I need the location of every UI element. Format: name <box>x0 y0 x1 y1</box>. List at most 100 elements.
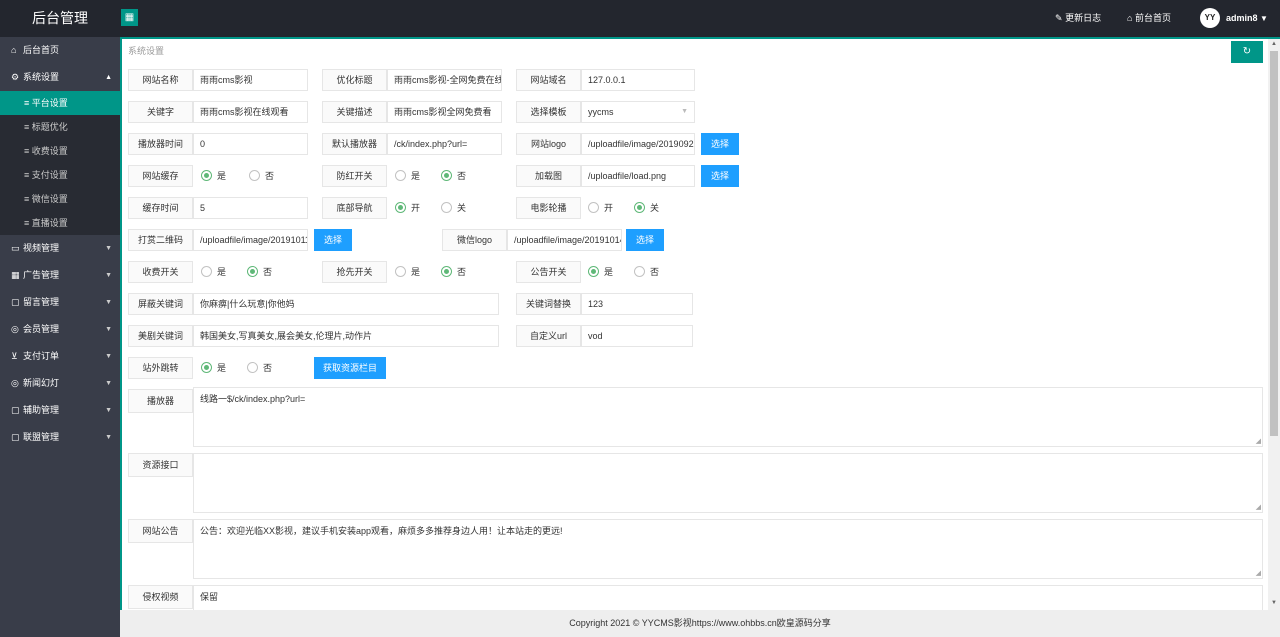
scroll-down-icon[interactable]: ▼ <box>1271 600 1277 606</box>
sidebar-item-auxiliary[interactable]: ▢ 辅助管理 ▼ <box>0 397 120 424</box>
sidebar-sub-title-optimize[interactable]: ≡ 标题优化 <box>0 115 120 139</box>
sidebar-sub-wechat-settings[interactable]: ≡ 微信设置 <box>0 187 120 211</box>
charge-switch-label: 收费开关 <box>128 261 193 283</box>
vertical-scrollbar[interactable]: ▲ ▼ <box>1268 39 1280 610</box>
loading-img-label: 加载图 <box>516 165 581 187</box>
sidebar-sub-charge-settings[interactable]: ≡ 收费设置 <box>0 139 120 163</box>
external-jump-no-radio[interactable]: 否 <box>247 357 272 379</box>
site-name-input[interactable]: 雨雨cms影视 <box>193 69 308 91</box>
infringing-video-textarea[interactable]: 保留 <box>193 585 1263 610</box>
sidebar-item-home[interactable]: ⌂ 后台首页 <box>0 37 120 64</box>
site-logo-input[interactable]: /uploadfile/image/20190928/ <box>581 133 695 155</box>
site-logo-choose-button[interactable]: 选择 <box>701 133 739 155</box>
grid-icon[interactable]: ▦ <box>121 9 138 26</box>
seo-title-label: 优化标题 <box>322 69 387 91</box>
player-time-input[interactable]: 0 <box>193 133 308 155</box>
wechat-logo-choose-button[interactable]: 选择 <box>626 229 664 251</box>
sidebar-item-messages[interactable]: ▢ 留言管理 ▼ <box>0 289 120 316</box>
radio-unchecked-icon <box>441 202 452 213</box>
sidebar-item-video[interactable]: ▭ 视频管理 ▼ <box>0 235 120 262</box>
seo-title-input[interactable]: 雨雨cms影视-全网免费在线观 <box>387 69 502 91</box>
loading-img-choose-button[interactable]: 选择 <box>701 165 739 187</box>
username-menu[interactable]: admin8 <box>1226 0 1258 37</box>
sidebar-item-ads[interactable]: ▦ 广告管理 ▼ <box>0 262 120 289</box>
resize-grip-icon[interactable]: ◢ <box>1256 570 1261 577</box>
default-player-label: 默认播放器 <box>322 133 387 155</box>
cart-icon: ⊻ <box>11 351 18 361</box>
refresh-button[interactable]: ↻ <box>1231 41 1263 63</box>
frontend-home-link[interactable]: ⌂ 前台首页 <box>1127 0 1171 37</box>
scrollbar-thumb[interactable] <box>1270 51 1278 436</box>
keywords-input[interactable]: 雨雨cms影视在线观看 <box>193 101 308 123</box>
domain-label: 网站域名 <box>516 69 581 91</box>
description-input[interactable]: 雨雨cms影视全网免费看 <box>387 101 502 123</box>
chevron-down-icon: ▼ <box>681 108 688 115</box>
domain-input[interactable]: 127.0.0.1 <box>581 69 695 91</box>
site-notice-textarea[interactable]: 公告：欢迎光临XX影视，建议手机安装app观看，麻烦多多推荐身边人用！让本站走的… <box>193 519 1263 579</box>
custom-url-input[interactable]: vod <box>581 325 693 347</box>
us-drama-keywords-label: 美剧关键词 <box>128 325 193 347</box>
sidebar-item-news-slides[interactable]: ◎ 新闻幻灯 ▼ <box>0 370 120 397</box>
radio-checked-icon <box>247 266 258 277</box>
blocked-keywords-input[interactable]: 你麻痹|什么玩意|你他妈 <box>193 293 499 315</box>
caret-down-icon: ▼ <box>105 299 112 306</box>
list-icon: ≡ <box>24 194 32 204</box>
loading-img-input[interactable]: /uploadfile/load.png <box>581 165 695 187</box>
radio-unchecked-icon <box>395 170 406 181</box>
cache-time-input[interactable]: 5 <box>193 197 308 219</box>
fetch-columns-button[interactable]: 获取资源栏目 <box>314 357 386 379</box>
site-name-label: 网站名称 <box>128 69 193 91</box>
reward-qr-input[interactable]: /uploadfile/image/20191011/ <box>193 229 308 251</box>
sidebar-sub-payment-settings[interactable]: ≡ 支付设置 <box>0 163 120 187</box>
external-jump-yes-radio[interactable]: 是 <box>201 357 226 379</box>
preview-no-radio[interactable]: 否 <box>441 261 466 283</box>
footer-copyright: Copyright 2021 © YYCMS影视https://www.ohbb… <box>120 610 1280 637</box>
sidebar-sub-live-settings[interactable]: ≡ 直播设置 <box>0 211 120 235</box>
anti-red-no-radio[interactable]: 否 <box>441 165 466 187</box>
bottom-nav-off-radio[interactable]: 关 <box>441 197 466 219</box>
sidebar-item-system-settings[interactable]: ⚙ 系统设置 ▲ <box>0 64 120 91</box>
avatar[interactable]: YY <box>1200 8 1220 28</box>
sidebar-item-orders[interactable]: ⊻ 支付订单 ▼ <box>0 343 120 370</box>
sidebar-sub-platform-settings[interactable]: ≡ 平台设置 <box>0 91 120 115</box>
resource-api-textarea[interactable]: ◢ <box>193 453 1263 513</box>
notice-yes-radio[interactable]: 是 <box>588 261 613 283</box>
movie-carousel-on-radio[interactable]: 开 <box>588 197 613 219</box>
sidebar-item-members[interactable]: ◎ 会员管理 ▼ <box>0 316 120 343</box>
resize-grip-icon[interactable]: ◢ <box>1256 504 1261 511</box>
scroll-up-icon[interactable]: ▲ <box>1271 41 1277 47</box>
circle-icon: ◎ <box>11 324 19 334</box>
player-textarea[interactable]: 线路一$/ck/index.php?url= ◢ <box>193 387 1263 447</box>
resize-grip-icon[interactable]: ◢ <box>1256 438 1261 445</box>
caret-down-icon: ▼ <box>105 272 112 279</box>
caret-down-icon[interactable]: ▼ <box>1260 0 1268 37</box>
admin-logo[interactable]: 后台管理 <box>0 0 120 37</box>
movie-carousel-off-radio[interactable]: 关 <box>634 197 659 219</box>
blocked-keywords-label: 屏蔽关键词 <box>128 293 193 315</box>
wechat-logo-input[interactable]: /uploadfile/image/20191014/ <box>507 229 622 251</box>
charge-yes-radio[interactable]: 是 <box>201 261 226 283</box>
sidebar-item-alliance[interactable]: ▢ 联盟管理 ▼ <box>0 424 120 451</box>
update-log-link[interactable]: ✎ 更新日志 <box>1055 0 1101 37</box>
charge-no-radio[interactable]: 否 <box>247 261 272 283</box>
gear-icon: ⚙ <box>11 72 20 82</box>
external-jump-label: 站外跳转 <box>128 357 193 379</box>
top-header: 后台管理 ▦ ✎ 更新日志 ⌂ 前台首页 YY admin8 ▼ <box>0 0 1280 37</box>
keyword-replace-input[interactable]: 123 <box>581 293 693 315</box>
description-label: 关键描述 <box>322 101 387 123</box>
sidebar: ⌂ 后台首页 ⚙ 系统设置 ▲ ≡ 平台设置 ≡ 标题优化 ≡ 收费设置 ≡ 支付设… <box>0 37 120 637</box>
preview-yes-radio[interactable]: 是 <box>395 261 420 283</box>
bottom-nav-on-radio[interactable]: 开 <box>395 197 420 219</box>
us-drama-keywords-input[interactable]: 韩国美女,写真美女,展会美女,伦理片,动作片 <box>193 325 499 347</box>
template-select[interactable]: yycms ▼ <box>581 101 695 123</box>
anti-red-yes-radio[interactable]: 是 <box>395 165 420 187</box>
bottom-nav-label: 底部导航 <box>322 197 387 219</box>
notice-no-radio[interactable]: 否 <box>634 261 659 283</box>
grid-icon: ▦ <box>11 270 20 280</box>
reward-qr-choose-button[interactable]: 选择 <box>314 229 352 251</box>
default-player-input[interactable]: /ck/index.php?url= <box>387 133 502 155</box>
radio-unchecked-icon <box>395 266 406 277</box>
site-cache-no-radio[interactable]: 否 <box>249 165 274 187</box>
cache-time-label: 缓存时间 <box>128 197 193 219</box>
site-cache-yes-radio[interactable]: 是 <box>201 165 226 187</box>
